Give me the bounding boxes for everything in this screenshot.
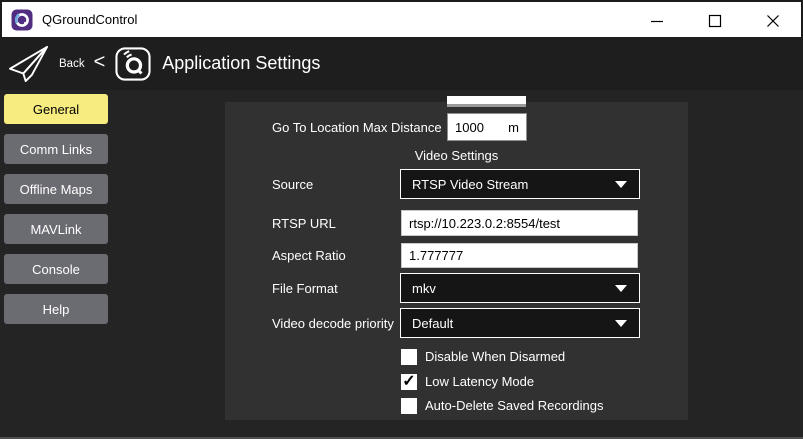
rtsp-url-input[interactable]: [401, 210, 638, 236]
chevron-down-icon: [615, 285, 627, 292]
decode-priority-label: Video decode priority: [272, 308, 394, 338]
sidebar-item-general[interactable]: General: [4, 94, 108, 124]
back-chevron-icon[interactable]: <: [94, 51, 106, 74]
max-distance-value: 1000: [455, 120, 484, 135]
minimize-button[interactable]: [649, 13, 665, 29]
settings-header: Back < Application Settings: [0, 37, 803, 90]
general-settings-panel: Go To Location Max Distance 1000 m Video…: [225, 102, 688, 420]
sidebar-item-console[interactable]: Console: [4, 254, 108, 284]
close-button[interactable]: [765, 13, 781, 29]
disable-when-disarmed-label: Disable When Disarmed: [425, 349, 565, 364]
settings-sidebar: General Comm Links Offline Maps MAVLink …: [4, 94, 108, 324]
auto-delete-recordings-label: Auto-Delete Saved Recordings: [425, 398, 604, 413]
sidebar-item-offline-maps[interactable]: Offline Maps: [4, 174, 108, 204]
chevron-down-icon: [615, 181, 627, 188]
window-titlebar: QGroundControl: [0, 0, 803, 37]
video-settings-heading: Video Settings: [225, 148, 688, 164]
disable-when-disarmed-checkbox[interactable]: [401, 349, 417, 365]
window-title: QGroundControl: [42, 12, 137, 27]
checkbox-row-disable-when-disarmed: Disable When Disarmed: [401, 348, 565, 365]
checkbox-row-low-latency-mode: ✓ Low Latency Mode: [401, 373, 534, 390]
checkbox-row-auto-delete-recordings: Auto-Delete Saved Recordings: [401, 397, 604, 414]
decode-priority-dropdown-value: Default: [412, 316, 453, 331]
aspect-ratio-label: Aspect Ratio: [272, 243, 346, 268]
decode-priority-dropdown[interactable]: Default: [400, 308, 640, 338]
low-latency-mode-checkbox[interactable]: ✓: [401, 374, 417, 390]
qgroundcontrol-logo-icon: [115, 47, 151, 81]
sidebar-item-comm-links[interactable]: Comm Links: [4, 134, 108, 164]
chevron-down-icon: [615, 320, 627, 327]
qgroundcontrol-app-icon: [11, 9, 33, 31]
maximize-button[interactable]: [707, 13, 723, 29]
auto-delete-recordings-checkbox[interactable]: [401, 398, 417, 414]
sidebar-item-mavlink[interactable]: MAVLink: [4, 214, 108, 244]
source-label: Source: [272, 169, 313, 199]
paper-plane-back-icon[interactable]: [8, 45, 50, 83]
file-format-dropdown[interactable]: mkv: [400, 273, 640, 303]
back-button[interactable]: Back: [59, 58, 85, 70]
max-distance-field[interactable]: 1000 m: [447, 113, 527, 141]
max-distance-unit: m: [508, 120, 519, 135]
low-latency-mode-label: Low Latency Mode: [425, 374, 534, 389]
file-format-dropdown-value: mkv: [412, 281, 436, 296]
clipped-scrolled-input[interactable]: [447, 96, 526, 107]
max-distance-label: Go To Location Max Distance: [272, 113, 442, 141]
rtsp-url-label: RTSP URL: [272, 210, 336, 236]
source-dropdown[interactable]: RTSP Video Stream: [400, 169, 640, 199]
aspect-ratio-input[interactable]: [401, 243, 638, 268]
source-dropdown-value: RTSP Video Stream: [412, 177, 528, 192]
sidebar-item-help[interactable]: Help: [4, 294, 108, 324]
file-format-label: File Format: [272, 273, 338, 303]
page-title: Application Settings: [162, 53, 320, 74]
